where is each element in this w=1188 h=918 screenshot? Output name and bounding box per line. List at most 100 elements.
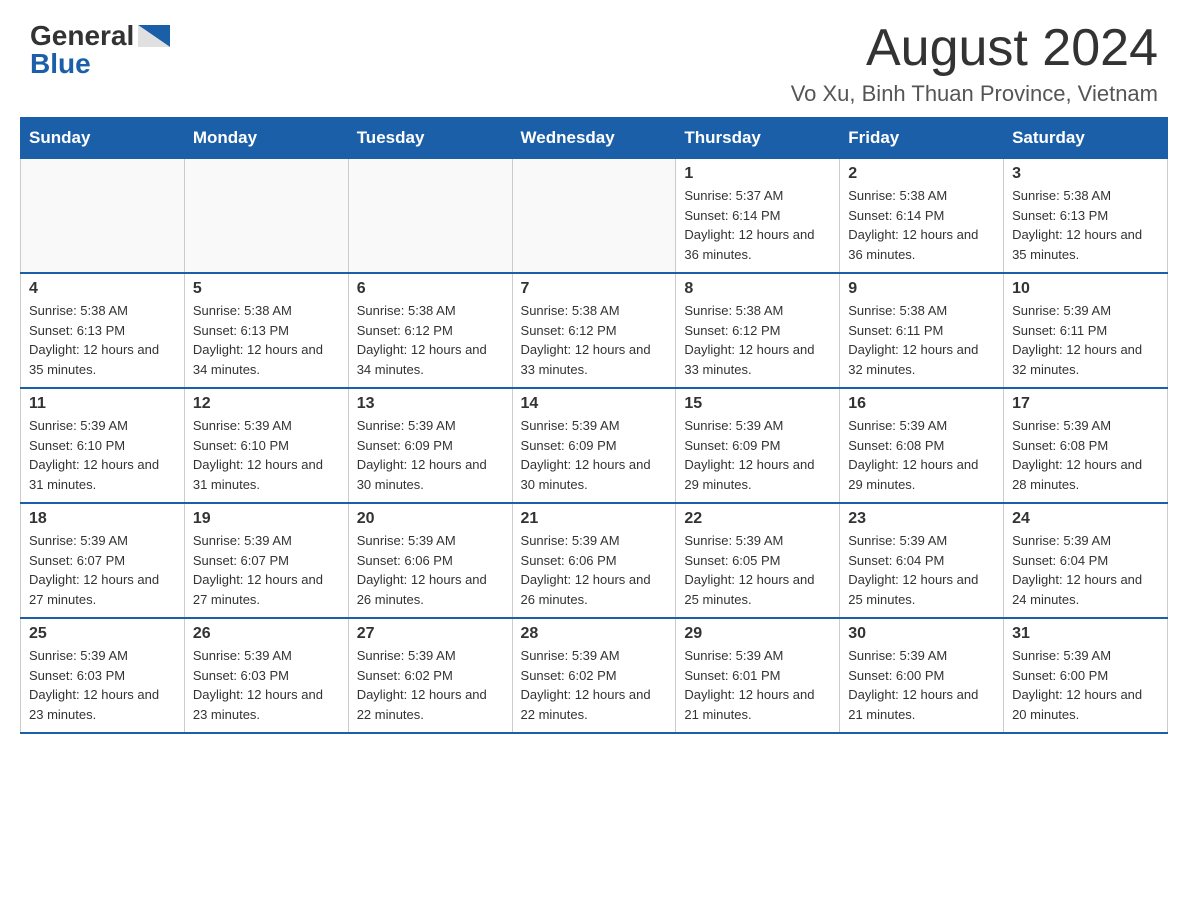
day-info-line: Sunset: 6:02 PM (357, 666, 504, 686)
calendar-cell: 12Sunrise: 5:39 AMSunset: 6:10 PMDayligh… (184, 388, 348, 503)
day-info-line: Sunrise: 5:39 AM (193, 646, 340, 666)
day-info-line: Daylight: 12 hours and 22 minutes. (521, 685, 668, 724)
day-number: 24 (1012, 510, 1159, 528)
day-info-line: Sunset: 6:04 PM (1012, 551, 1159, 571)
calendar-header: Sunday Monday Tuesday Wednesday Thursday… (21, 118, 1168, 159)
calendar-cell (184, 159, 348, 274)
day-number: 31 (1012, 625, 1159, 643)
header-sunday: Sunday (21, 118, 185, 159)
calendar-cell: 30Sunrise: 5:39 AMSunset: 6:00 PMDayligh… (840, 618, 1004, 733)
calendar-cell: 16Sunrise: 5:39 AMSunset: 6:08 PMDayligh… (840, 388, 1004, 503)
calendar-wrapper: Sunday Monday Tuesday Wednesday Thursday… (0, 117, 1188, 754)
calendar-cell: 15Sunrise: 5:39 AMSunset: 6:09 PMDayligh… (676, 388, 840, 503)
day-number: 15 (684, 395, 831, 413)
day-info-line: Daylight: 12 hours and 32 minutes. (848, 340, 995, 379)
day-info-line: Daylight: 12 hours and 25 minutes. (684, 570, 831, 609)
calendar-cell: 5 Sunrise: 5:38 AMSunset: 6:13 PMDaylight… (184, 273, 348, 388)
logo-flag-icon (138, 25, 170, 47)
day-info-line: Sunrise: 5:39 AM (1012, 416, 1159, 436)
day-info-line: Sunrise: 5:37 AM (684, 186, 831, 206)
day-info-line: Sunrise: 5:38 AM (848, 186, 995, 206)
calendar-cell: 20Sunrise: 5:39 AMSunset: 6:06 PMDayligh… (348, 503, 512, 618)
day-number: 3 (1012, 165, 1159, 183)
day-number: 17 (1012, 395, 1159, 413)
day-info-line: Sunset: 6:09 PM (521, 436, 668, 456)
day-number: 20 (357, 510, 504, 528)
day-info-line: Sunset: 6:02 PM (521, 666, 668, 686)
calendar-body: 1Sunrise: 5:37 AMSunset: 6:14 PMDaylight… (21, 159, 1168, 734)
day-info-line: Sunset: 6:06 PM (521, 551, 668, 571)
logo-blue-text: Blue (30, 48, 91, 80)
day-info-line: Daylight: 12 hours and 30 minutes. (357, 455, 504, 494)
day-info-line: Daylight: 12 hours and 22 minutes. (357, 685, 504, 724)
day-info-line: Daylight: 12 hours and 35 minutes. (29, 340, 176, 379)
day-info-line: Sunrise: 5:38 AM (848, 301, 995, 321)
day-info-line: Sunrise: 5:39 AM (521, 416, 668, 436)
day-number: 27 (357, 625, 504, 643)
header-monday: Monday (184, 118, 348, 159)
day-number: 2 (848, 165, 995, 183)
day-info-line: Sunset: 6:12 PM (521, 321, 668, 341)
day-info-line: Sunrise: 5:39 AM (29, 416, 176, 436)
calendar-cell (512, 159, 676, 274)
day-info-line: Daylight: 12 hours and 31 minutes. (29, 455, 176, 494)
calendar-cell: 29Sunrise: 5:39 AMSunset: 6:01 PMDayligh… (676, 618, 840, 733)
day-number: 25 (29, 625, 176, 643)
calendar-cell: 13Sunrise: 5:39 AMSunset: 6:09 PMDayligh… (348, 388, 512, 503)
weekday-header-row: Sunday Monday Tuesday Wednesday Thursday… (21, 118, 1168, 159)
day-info-line: Sunset: 6:07 PM (29, 551, 176, 571)
day-info-line: Sunrise: 5:39 AM (1012, 301, 1159, 321)
day-info-line: Sunset: 6:03 PM (193, 666, 340, 686)
day-info-line: Sunrise: 5:38 AM (193, 301, 340, 321)
day-number: 6 (357, 280, 504, 298)
day-info-line: Daylight: 12 hours and 20 minutes. (1012, 685, 1159, 724)
calendar-cell: 22Sunrise: 5:39 AMSunset: 6:05 PMDayligh… (676, 503, 840, 618)
day-info-line: Sunrise: 5:38 AM (1012, 186, 1159, 206)
day-info-line: Daylight: 12 hours and 34 minutes. (193, 340, 340, 379)
day-info-line: Sunset: 6:11 PM (1012, 321, 1159, 341)
calendar-cell: 4Sunrise: 5:38 AMSunset: 6:13 PMDaylight… (21, 273, 185, 388)
calendar-cell: 25Sunrise: 5:39 AMSunset: 6:03 PMDayligh… (21, 618, 185, 733)
day-info-line: Sunrise: 5:39 AM (1012, 646, 1159, 666)
day-info-line: Sunset: 6:13 PM (193, 321, 340, 341)
day-number: 5 (193, 280, 340, 298)
day-info-line: Sunset: 6:12 PM (357, 321, 504, 341)
day-info-line: Daylight: 12 hours and 35 minutes. (1012, 225, 1159, 264)
header-friday: Friday (840, 118, 1004, 159)
day-info-line: Daylight: 12 hours and 32 minutes. (1012, 340, 1159, 379)
day-info-line: Sunset: 6:09 PM (357, 436, 504, 456)
day-info-line: Sunset: 6:13 PM (1012, 206, 1159, 226)
day-number: 10 (1012, 280, 1159, 298)
day-info-line: Daylight: 12 hours and 26 minutes. (357, 570, 504, 609)
day-info-line: Sunset: 6:04 PM (848, 551, 995, 571)
day-info-line: Sunset: 6:11 PM (848, 321, 995, 341)
day-info-line: Sunset: 6:10 PM (29, 436, 176, 456)
calendar-cell: 9Sunrise: 5:38 AMSunset: 6:11 PMDaylight… (840, 273, 1004, 388)
day-info-line: Daylight: 12 hours and 29 minutes. (684, 455, 831, 494)
calendar-cell: 1Sunrise: 5:37 AMSunset: 6:14 PMDaylight… (676, 159, 840, 274)
calendar-cell: 6Sunrise: 5:38 AMSunset: 6:12 PMDaylight… (348, 273, 512, 388)
day-info-line: Sunset: 6:14 PM (684, 206, 831, 226)
calendar-cell (348, 159, 512, 274)
calendar-cell: 8Sunrise: 5:38 AMSunset: 6:12 PMDaylight… (676, 273, 840, 388)
day-number: 30 (848, 625, 995, 643)
day-number: 14 (521, 395, 668, 413)
day-info-line: Daylight: 12 hours and 29 minutes. (848, 455, 995, 494)
day-info-line: Daylight: 12 hours and 36 minutes. (684, 225, 831, 264)
day-number: 8 (684, 280, 831, 298)
calendar-week-row: 25Sunrise: 5:39 AMSunset: 6:03 PMDayligh… (21, 618, 1168, 733)
day-info-line: Daylight: 12 hours and 27 minutes. (29, 570, 176, 609)
day-info-line: Sunset: 6:08 PM (1012, 436, 1159, 456)
header-tuesday: Tuesday (348, 118, 512, 159)
calendar-cell (21, 159, 185, 274)
calendar-cell: 27 Sunrise: 5:39 AMSunset: 6:02 PMDayligh… (348, 618, 512, 733)
day-info-line: Sunrise: 5:39 AM (357, 531, 504, 551)
day-info-line: Daylight: 12 hours and 31 minutes. (193, 455, 340, 494)
calendar-cell: 24Sunrise: 5:39 AMSunset: 6:04 PMDayligh… (1004, 503, 1168, 618)
day-number: 12 (193, 395, 340, 413)
day-info-line: Sunrise: 5:39 AM (193, 416, 340, 436)
day-number: 4 (29, 280, 176, 298)
day-info-line: Sunrise: 5:39 AM (357, 646, 504, 666)
day-info-line: Daylight: 12 hours and 33 minutes. (684, 340, 831, 379)
day-info-line: Sunset: 6:03 PM (29, 666, 176, 686)
